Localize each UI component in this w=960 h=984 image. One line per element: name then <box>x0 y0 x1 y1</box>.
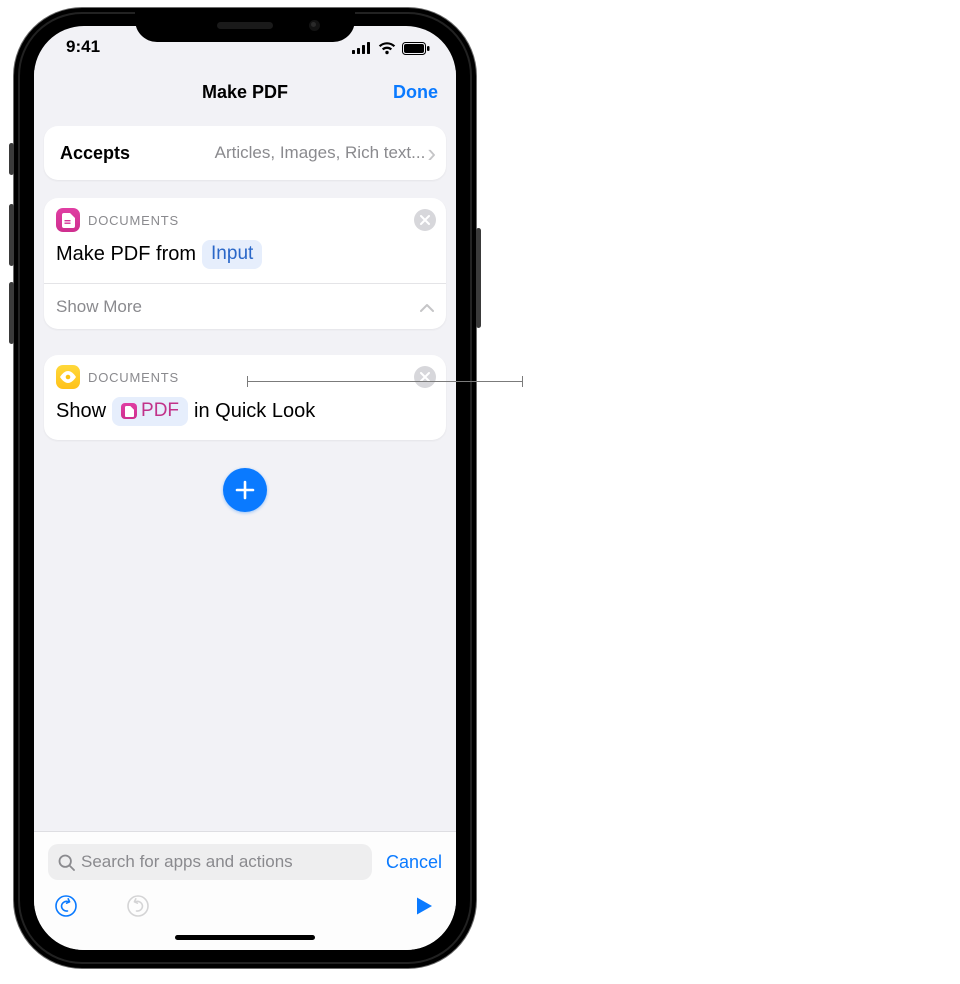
screen: 9:41 <box>34 26 456 950</box>
content: Accepts Articles, Images, Rich text... › <box>34 126 456 512</box>
status-time: 9:41 <box>66 37 100 57</box>
phone-frame: 9:41 <box>14 8 476 968</box>
status-bar: 9:41 <box>34 26 456 70</box>
accepts-label: Accepts <box>60 143 130 164</box>
search-placeholder: Search for apps and actions <box>81 852 293 872</box>
pill-label: PDF <box>141 400 179 422</box>
cancel-button[interactable]: Cancel <box>386 852 442 873</box>
action-category: DOCUMENTS <box>88 370 179 385</box>
accepts-row[interactable]: Accepts Articles, Images, Rich text... › <box>44 126 446 180</box>
toolbar <box>48 880 442 929</box>
undo-icon <box>54 894 78 918</box>
action-make-pdf[interactable]: DOCUMENTS Make PDF from Input Show More <box>44 198 446 329</box>
action-category: DOCUMENTS <box>88 213 179 228</box>
redo-icon <box>126 894 150 918</box>
input-variable-pill[interactable]: Input <box>202 240 262 269</box>
cellular-icon <box>352 42 372 54</box>
delete-action-button[interactable] <box>414 209 436 231</box>
home-indicator <box>175 935 315 940</box>
status-right <box>352 40 430 55</box>
action-text: Show <box>56 400 106 423</box>
pill-label: Input <box>211 243 253 265</box>
bottom-sheet: Search for apps and actions Cancel <box>34 831 456 950</box>
redo-button[interactable] <box>126 894 150 923</box>
search-input[interactable]: Search for apps and actions <box>48 844 372 880</box>
pdf-mini-icon <box>121 403 137 419</box>
show-more-label: Show More <box>56 297 142 317</box>
nav-bar: Make PDF Done <box>34 70 456 116</box>
chevron-up-icon <box>420 296 434 317</box>
add-action-button[interactable] <box>223 468 267 512</box>
accepts-value: Articles, Images, Rich text... <box>130 143 427 163</box>
action-text: in Quick Look <box>194 400 315 423</box>
done-button[interactable]: Done <box>393 70 438 114</box>
volume-up-btn <box>9 204 14 266</box>
documents-icon <box>56 208 80 232</box>
close-icon <box>420 215 430 225</box>
quick-look-icon <box>56 365 80 389</box>
volume-down-btn <box>9 282 14 344</box>
show-more-button[interactable]: Show More <box>44 283 446 329</box>
battery-icon <box>402 42 430 55</box>
run-button[interactable] <box>416 896 434 921</box>
wifi-icon <box>378 42 396 55</box>
side-button <box>476 228 481 328</box>
delete-action-button[interactable] <box>414 366 436 388</box>
plus-icon <box>234 479 256 501</box>
action-text: Make PDF from <box>56 243 196 266</box>
action-quick-look[interactable]: DOCUMENTS Show PDF in Qu <box>44 355 446 440</box>
chevron-right-icon: › <box>427 140 436 166</box>
pdf-variable-pill[interactable]: PDF <box>112 397 188 426</box>
play-icon <box>416 896 434 916</box>
search-icon <box>58 854 75 871</box>
mute-switch <box>9 143 14 175</box>
undo-button[interactable] <box>54 894 78 923</box>
callout-line <box>247 381 523 382</box>
